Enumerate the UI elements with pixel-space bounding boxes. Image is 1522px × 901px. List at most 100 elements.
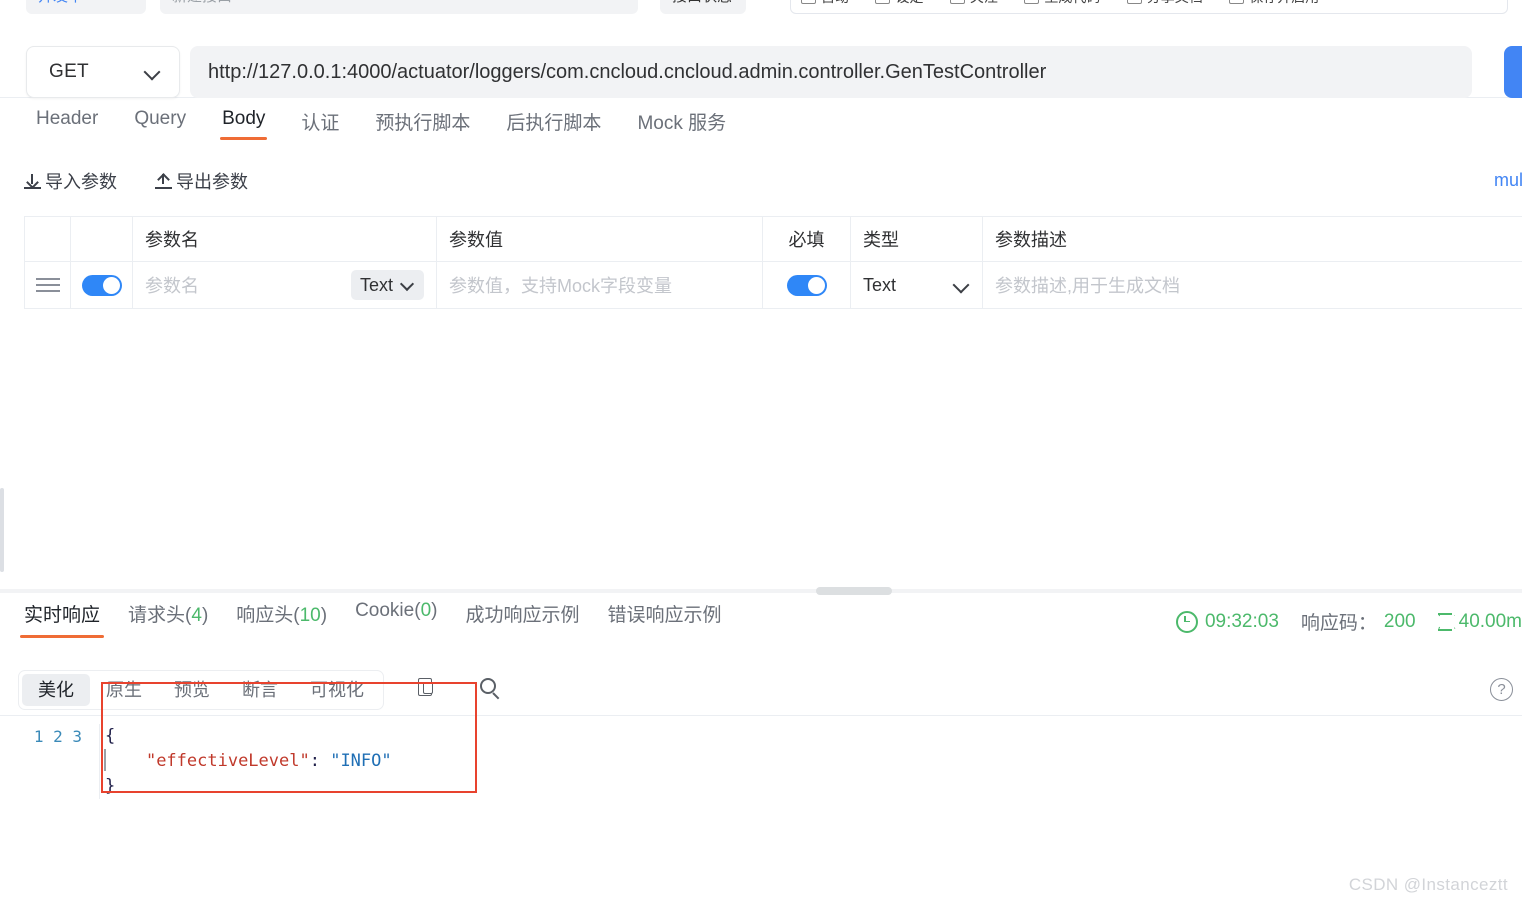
- line-numbers: 1 2 3: [33, 727, 82, 746]
- view-raw[interactable]: 原生: [90, 674, 158, 706]
- api-name-input[interactable]: 新建接口: [160, 0, 638, 14]
- tab-cookie[interactable]: Cookie(0): [341, 600, 451, 634]
- tab-request-headers[interactable]: 请求头(4): [114, 600, 222, 639]
- request-tab-bar: Header Query Body 认证 预执行脚本 后执行脚本 Mock 服务: [0, 108, 1522, 154]
- clock-icon: [1175, 610, 1198, 633]
- response-status-label: 响应码：: [1300, 613, 1377, 634]
- response-view-switcher: 美化 原生 预览 断言 可视化: [18, 670, 384, 710]
- param-description-input[interactable]: 参数描述,用于生成文档: [995, 272, 1180, 298]
- workspace-status-select[interactable]: 开发中: [26, 0, 146, 14]
- param-type-value: Text: [863, 274, 897, 295]
- response-body-editor[interactable]: 1 2 3 { "effectiveLevel": "INFO" }: [0, 715, 1522, 901]
- checkbox-save-enable[interactable]: 保存并启用: [1229, 0, 1319, 7]
- checkbox-auto[interactable]: 自动: [801, 0, 849, 7]
- body-type-link[interactable]: mult: [1494, 170, 1522, 191]
- tab-error-example[interactable]: 错误响应示例: [593, 600, 735, 639]
- param-name-type-select[interactable]: Text: [350, 270, 424, 300]
- tab-cookie-label: Cookie: [355, 600, 415, 621]
- help-icon[interactable]: ?: [1490, 678, 1513, 701]
- json-key-effective-level: "effectiveLevel": [145, 751, 310, 771]
- chevron-down-icon: [401, 278, 415, 292]
- export-icon: [155, 173, 172, 190]
- http-method-value: GET: [49, 61, 89, 82]
- param-actions-row: 导入参数 导出参数 mult: [0, 162, 1522, 206]
- import-icon: [24, 173, 41, 190]
- export-params-label: 导出参数: [176, 172, 248, 192]
- chevron-down-icon: [954, 277, 970, 293]
- import-params-label: 导入参数: [45, 172, 117, 192]
- response-time: 09:32:03: [1175, 610, 1279, 633]
- column-description: 参数描述: [995, 230, 1067, 250]
- param-type-select[interactable]: Text: [863, 275, 970, 296]
- tab-post-script[interactable]: 后执行脚本: [492, 108, 615, 147]
- checkbox-share-doc[interactable]: 分享文档: [1126, 0, 1203, 7]
- tab-auth[interactable]: 认证: [287, 108, 353, 147]
- text-cursor: [104, 749, 106, 771]
- vertical-scrollbar[interactable]: [0, 488, 4, 572]
- import-params-button[interactable]: 导入参数: [24, 168, 117, 194]
- tab-realtime-response[interactable]: 实时响应: [10, 600, 114, 639]
- tab-mock-service[interactable]: Mock 服务: [623, 108, 740, 147]
- send-request-button[interactable]: [1504, 46, 1522, 98]
- param-description-cell: 参数描述,用于生成文档: [983, 262, 1522, 308]
- tab-response-headers-label: 响应头: [236, 605, 294, 626]
- body-params-table: 参数名 参数值 必填 类型 参数描述 参数名 Text 参数值，支持Mock字段…: [24, 216, 1522, 309]
- checkbox-follow[interactable]: 关注: [949, 0, 998, 7]
- response-time-value: 09:32:03: [1204, 610, 1279, 632]
- column-param-value: 参数值: [437, 217, 763, 261]
- export-params-button[interactable]: 导出参数: [155, 168, 248, 194]
- response-json-content[interactable]: { "effectiveLevel": "INFO" }: [99, 724, 1522, 799]
- row-enabled-toggle[interactable]: [81, 274, 122, 296]
- tab-cookie-count: 0: [420, 600, 432, 621]
- response-meta: 09:32:03 响应码： 200 40.00m: [1175, 608, 1522, 635]
- param-name-input[interactable]: 参数名: [145, 272, 199, 298]
- response-status: 响应码： 200: [1301, 608, 1416, 635]
- view-assertion[interactable]: 断言: [226, 674, 294, 706]
- column-required: 必填: [763, 217, 851, 261]
- status-badge: 200: [1383, 610, 1416, 632]
- tab-request-headers-count: 4: [191, 605, 202, 626]
- json-close-brace: }: [105, 776, 116, 796]
- request-url-bar: GET http://127.0.0.1:4000/actuator/logge…: [0, 14, 1522, 98]
- json-value-effective-level: "INFO": [330, 751, 392, 771]
- url-input[interactable]: http://127.0.0.1:4000/actuator/loggers/c…: [190, 46, 1472, 98]
- options-checkbox-group[interactable]: 自动 设定 关注 生成代码 分享文档 保存并启用: [790, 0, 1508, 14]
- tab-response-headers-count: 10: [299, 605, 321, 626]
- param-type-cell: Text: [851, 262, 983, 308]
- drag-handle-icon[interactable]: [35, 278, 60, 292]
- checkbox-setting[interactable]: 设定: [875, 0, 923, 7]
- search-icon[interactable]: [480, 678, 504, 702]
- param-required-toggle[interactable]: [786, 274, 827, 296]
- param-required-cell: [763, 262, 851, 308]
- tab-pre-script[interactable]: 预执行脚本: [361, 108, 484, 147]
- http-method-select[interactable]: GET: [26, 46, 180, 98]
- tab-body[interactable]: Body: [208, 108, 279, 142]
- row-drag-handle[interactable]: [25, 262, 71, 308]
- param-value-input[interactable]: 参数值，支持Mock字段变量: [449, 272, 672, 298]
- view-visualize[interactable]: 可视化: [294, 674, 380, 706]
- splitter-grip[interactable]: [816, 587, 892, 595]
- tab-response-headers[interactable]: 响应头(10): [222, 600, 341, 639]
- json-open-brace: {: [105, 726, 116, 746]
- checkbox-generate-code[interactable]: 生成代码: [1024, 0, 1100, 7]
- tab-query[interactable]: Query: [120, 108, 200, 142]
- param-name-cell: 参数名 Text: [133, 262, 437, 308]
- param-value-cell: 参数值，支持Mock字段变量: [437, 262, 763, 308]
- response-duration: 40.00m: [1437, 610, 1522, 633]
- view-preview[interactable]: 预览: [158, 674, 226, 706]
- param-name-type-value: Text: [359, 274, 393, 295]
- tab-header[interactable]: Header: [22, 108, 112, 142]
- column-handle: [25, 217, 71, 261]
- hourglass-icon: [1437, 612, 1452, 631]
- copy-icon[interactable]: [418, 678, 438, 700]
- panel-splitter: [0, 587, 1522, 595]
- tab-request-headers-label: 请求头: [128, 605, 186, 626]
- tab-success-example[interactable]: 成功响应示例: [451, 600, 593, 639]
- json-colon: :: [309, 751, 331, 771]
- view-beautify[interactable]: 美化: [22, 674, 90, 706]
- column-type: 类型: [851, 217, 983, 261]
- table-header-row: 参数名 参数值 必填 类型 参数描述: [25, 217, 1522, 262]
- api-status-select[interactable]: 接口状态: [660, 0, 746, 14]
- response-duration-value: 40.00m: [1458, 610, 1522, 632]
